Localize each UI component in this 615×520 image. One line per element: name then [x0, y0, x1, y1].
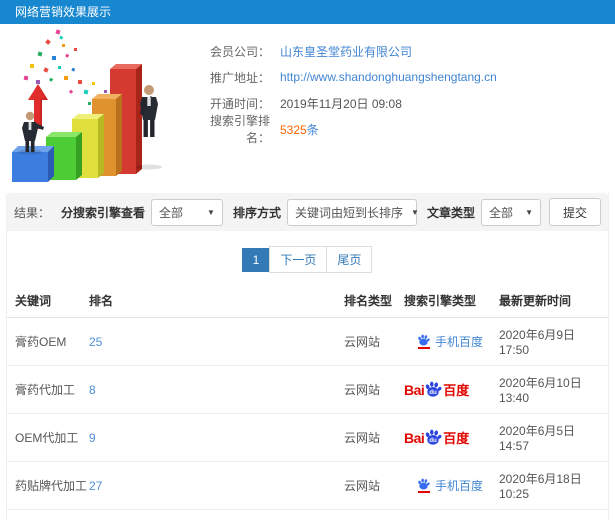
article-type-select[interactable]: 全部 ▼: [480, 198, 541, 226]
engine-cell: 手机百度: [404, 461, 499, 510]
pagination-last[interactable]: 尾页: [326, 246, 373, 273]
rank-count-unit: 条: [306, 122, 319, 137]
mobile-baidu-label: 手机百度: [435, 479, 484, 493]
rank-link[interactable]: 27: [89, 479, 102, 493]
engine-view-select[interactable]: 全部 ▼: [150, 198, 223, 226]
updated-cell: 2020年6月9日 17:50: [499, 317, 608, 366]
rank-cell: 8: [89, 365, 344, 414]
engine-view-selected-value: 全部: [158, 205, 183, 220]
rank-type-cell: 云网站: [344, 509, 404, 520]
rank-link[interactable]: 25: [89, 335, 102, 349]
baidu-paw-icon: [418, 478, 430, 490]
rank-count-label: 搜索引擎排名：: [209, 114, 270, 145]
keyword-cell: OEM代加工: [7, 413, 89, 462]
rank-type-cell: 云网站: [344, 365, 404, 414]
updated-cell: 2020年6月5日 14:57: [499, 413, 608, 462]
filter-bar: 结果： 分搜索引擎查看 全部 ▼ 排序方式 关键词由短到长排序 ▼ 文章类型 全…: [7, 193, 608, 231]
header-rank: 排名: [89, 284, 344, 318]
rank-type-cell: 云网站: [344, 461, 404, 510]
header-rank-type: 排名类型: [344, 284, 404, 318]
bar-chart-illustration-svg: [12, 29, 162, 182]
chevron-down-icon: ▼: [207, 207, 215, 217]
keyword-cell: 膏药OEM: [7, 317, 89, 366]
company-link[interactable]: 山东皇圣堂药业有限公司: [280, 43, 412, 60]
chevron-down-icon: ▼: [525, 207, 533, 217]
keyword-cell: 膏药代加工: [7, 365, 89, 414]
engine-cell: Baidu百度: [404, 413, 499, 462]
pagination-next[interactable]: 下一页: [269, 246, 328, 273]
mobile-baidu-underline: [417, 347, 430, 349]
table-row: 膏药OEM 25 云网站 手机百度 2020年6月9日 17:50: [7, 317, 608, 366]
page-title: 网络营销效果展示: [15, 5, 112, 19]
keyword-cell: 药贴牌代加工: [7, 461, 89, 510]
mobile-baidu-logo: 手机百度: [417, 477, 483, 494]
baidu-paw-icon: du: [426, 381, 442, 397]
page-header: 网络营销效果展示: [0, 0, 615, 24]
updated-cell: 2020年6月11日 11:18: [499, 509, 608, 520]
info-row-rank-count: 搜索引擎排名： 5325条: [188, 114, 615, 145]
rank-cell: 9: [89, 413, 344, 462]
rank-link[interactable]: 8: [89, 383, 96, 397]
rank-cell: 27: [89, 461, 344, 510]
summary-section: 会员公司： 山东皇圣堂药业有限公司 推广地址： http://www.shand…: [0, 24, 615, 192]
pagination-page-1[interactable]: 1: [241, 248, 271, 272]
baidu-logo: Bai du 百度: [404, 381, 470, 398]
article-type-label: 文章类型: [426, 205, 475, 220]
table-row: 药贴牌代加工 27 云网站 手机百度 2020年6月18日 10:25: [7, 461, 608, 510]
mobile-baidu-label: 手机百度: [435, 335, 484, 349]
open-time-label: 开通时间：: [209, 96, 270, 111]
keyword-ranking-table: 关键词 排名 排名类型 搜索引擎类型 最新更新时间 膏药OEM 25 云网站 手机百度…: [7, 284, 608, 520]
account-info: 会员公司： 山东皇圣堂药业有限公司 推广地址： http://www.shand…: [188, 24, 615, 192]
sort-select[interactable]: 关键词由短到长排序 ▼: [286, 198, 419, 226]
rank-type-cell: 云网站: [344, 413, 404, 462]
rank-cell: 25: [89, 317, 344, 366]
engine-cell: Baidu百度: [404, 365, 499, 414]
baidu-paw-icon: du: [426, 429, 442, 445]
pagination: 1 下一页 尾页: [7, 231, 608, 284]
svg-text:du: du: [429, 389, 437, 396]
result-label: 结果：: [14, 205, 51, 220]
table-header-row: 关键词 排名 排名类型 搜索引擎类型 最新更新时间: [7, 284, 608, 318]
baidu-logo: Bai du 百度: [404, 429, 470, 446]
info-row-company: 会员公司： 山东皇圣堂药业有限公司: [188, 38, 615, 64]
baidu-paw-icon: [418, 334, 430, 346]
rank-count-number: 5325: [280, 122, 307, 137]
header-engine-type: 搜索引擎类型: [404, 284, 499, 318]
chevron-down-icon: ▼: [410, 207, 419, 217]
engine-view-label: 分搜索引擎查看: [60, 205, 145, 220]
rank-count-value: 5325条: [280, 121, 319, 138]
updated-cell: 2020年6月10日 13:40: [499, 365, 608, 414]
engine-cell: Baidu百度: [404, 509, 499, 520]
company-label: 会员公司：: [209, 44, 270, 59]
mobile-baidu-logo: 手机百度: [417, 333, 483, 350]
updated-cell: 2020年6月18日 10:25: [499, 461, 608, 510]
rank-type-cell: 云网站: [344, 317, 404, 366]
rank-link[interactable]: 9: [89, 431, 96, 445]
engine-cell: 手机百度: [404, 317, 499, 366]
mobile-baidu-underline: [417, 491, 430, 493]
results-panel: 结果： 分搜索引擎查看 全部 ▼ 排序方式 关键词由短到长排序 ▼ 文章类型 全…: [6, 193, 609, 520]
bar-chart-illustration: [0, 24, 188, 189]
table-row: 膏药代加工 8 云网站 Bai du 百度 2020年6月10日 13:40: [7, 365, 608, 414]
rank-cell: 1: [89, 509, 344, 520]
promo-url-label: 推广地址：: [209, 70, 270, 85]
promo-url-link[interactable]: http://www.shandonghuangshengtang.cn: [280, 70, 497, 84]
header-updated: 最新更新时间: [499, 284, 608, 318]
submit-button[interactable]: 提交: [548, 198, 601, 226]
article-type-selected-value: 全部: [488, 205, 513, 220]
header-keyword: 关键词: [7, 284, 89, 318]
open-time-value: 2019年11月20日 09:08: [280, 96, 402, 111]
info-row-url: 推广地址： http://www.shandonghuangshengtang.…: [188, 64, 615, 90]
sort-selected-value: 关键词由短到长排序: [294, 205, 403, 220]
table-row: 北京膏药贴牌1云网站Baidu百度2020年6月11日 11:18: [7, 509, 608, 520]
keyword-cell: 北京膏药贴牌: [7, 509, 89, 520]
svg-text:du: du: [429, 437, 437, 444]
table-row: OEM代加工 9 云网站 Bai du 百度 2020年6月5日 14:57: [7, 413, 608, 462]
sort-label: 排序方式: [232, 205, 281, 220]
